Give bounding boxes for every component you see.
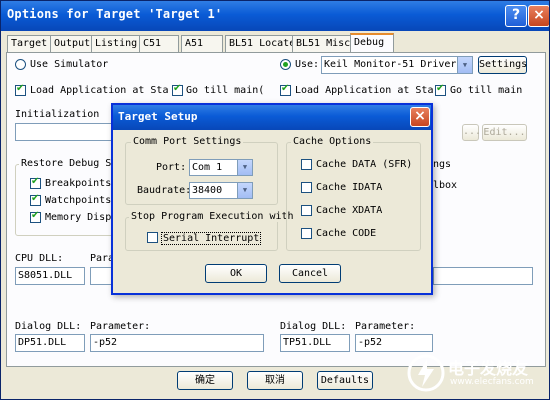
tab-a51[interactable]: A51 <box>181 35 223 52</box>
left-go-main-label: Go till main( <box>186 85 265 96</box>
tab-bl51-locate[interactable]: BL51 Locate <box>225 35 300 52</box>
use-label: Use: <box>295 59 320 70</box>
left-parameter-label: Parameter: <box>90 321 151 332</box>
cache-idata-checkbox[interactable] <box>301 182 312 193</box>
window-title: Options for Target 'Target 1' <box>7 7 223 21</box>
cache-data-label: Cache DATA (SFR) <box>316 159 413 170</box>
right-load-app-label: Load Application at Sta <box>295 85 434 96</box>
breakpoints-label: Breakpoints <box>45 178 112 189</box>
right-restore-title-fragment: ngs <box>433 159 452 170</box>
use-simulator-label: Use Simulator <box>30 59 109 70</box>
cache-options-title: Cache Options <box>291 136 374 147</box>
cache-xdata-checkbox[interactable] <box>301 205 312 216</box>
dialog-ok-button[interactable]: OK <box>205 264 267 283</box>
cpu-dll-field[interactable]: S8051.DLL <box>15 267 85 285</box>
cpu-dll-label: CPU DLL: <box>15 253 64 264</box>
cache-code-label: Cache CODE <box>316 228 377 239</box>
tab-target[interactable]: Target <box>7 35 52 52</box>
left-load-app-checkbox[interactable] <box>15 83 26 96</box>
right-param-field[interactable] <box>433 267 533 285</box>
restore-title: Restore Debug Ses <box>19 158 126 169</box>
right-go-main-checkbox[interactable] <box>435 83 446 96</box>
baudrate-value: 38400 <box>192 185 223 196</box>
chevron-down-icon[interactable]: ▼ <box>237 160 252 175</box>
serial-interrupt-label: Serial Interrupt <box>161 232 262 245</box>
ok-button[interactable]: 确定 <box>177 371 233 390</box>
right-dialog-dll-label: Dialog DLL: <box>280 321 347 332</box>
left-dialog-dll-label: Dialog DLL: <box>15 321 82 332</box>
right-restore-item-fragment: lbox <box>433 180 458 191</box>
cache-data-checkbox[interactable] <box>301 159 312 170</box>
cache-xdata-label: Cache XDATA <box>316 205 383 216</box>
watermark: 电子发烧友 www.elecfans.com <box>406 351 546 395</box>
defaults-button[interactable]: Defaults <box>317 371 373 390</box>
right-parameter-field[interactable]: -p52 <box>355 334 433 352</box>
dialog-title-bar[interactable]: Target Setup × <box>113 105 431 130</box>
driver-value: Keil Monitor-51 Driver <box>324 59 457 70</box>
left-dialog-dll-field[interactable]: DP51.DLL <box>15 334 85 352</box>
baudrate-label: Baudrate: <box>137 185 192 196</box>
cancel-button[interactable]: 取消 <box>247 371 303 390</box>
tab-c51[interactable]: C51 <box>139 35 179 52</box>
close-button[interactable]: × <box>528 5 549 27</box>
cache-code-checkbox[interactable] <box>301 228 312 239</box>
tab-bl51-misc[interactable]: BL51 Misc <box>292 35 355 52</box>
watermark-brand: 电子发烧友 <box>448 359 529 378</box>
chevron-down-icon[interactable]: ▼ <box>457 57 472 73</box>
initialization-label: Initialization <box>15 109 100 120</box>
baudrate-select[interactable]: 38400 ▼ <box>189 182 253 199</box>
port-value: Com 1 <box>192 162 223 173</box>
port-label: Port: <box>156 162 187 173</box>
left-load-app-label: Load Application at Sta <box>30 85 169 96</box>
right-load-app-checkbox[interactable] <box>280 83 291 96</box>
use-simulator-radio[interactable] <box>15 59 26 70</box>
title-bar[interactable]: Options for Target 'Target 1' ? × <box>1 1 549 31</box>
options-window: Options for Target 'Target 1' ? × Target… <box>0 0 550 400</box>
target-setup-dialog: Target Setup × Comm Port Settings Port: … <box>111 103 433 295</box>
comm-port-title: Comm Port Settings <box>131 136 244 147</box>
right-go-main-label: Go till main <box>450 85 523 96</box>
tab-debug[interactable]: Debug <box>350 33 394 53</box>
memory-display-checkbox[interactable] <box>30 210 41 223</box>
left-go-main-checkbox[interactable] <box>172 83 183 96</box>
stop-execution-title: Stop Program Execution with <box>129 211 296 222</box>
serial-interrupt-checkbox[interactable] <box>147 232 158 243</box>
browse-button[interactable]: ... <box>462 124 481 141</box>
right-parameter-label: Parameter: <box>355 321 416 332</box>
driver-select[interactable]: Keil Monitor-51 Driver ▼ <box>321 56 473 74</box>
left-parameter-field[interactable]: -p52 <box>90 334 264 352</box>
edit-button[interactable]: Edit... <box>482 124 527 141</box>
use-driver-radio[interactable] <box>280 59 291 70</box>
tab-listing[interactable]: Listing <box>91 35 142 52</box>
dialog-title: Target Setup <box>118 110 198 123</box>
settings-button[interactable]: Settings <box>478 56 527 74</box>
chevron-down-icon[interactable]: ▼ <box>237 183 252 198</box>
watchpoints-checkbox[interactable] <box>30 193 41 206</box>
cache-idata-label: Cache IDATA <box>316 182 383 193</box>
dialog-cancel-button[interactable]: Cancel <box>279 264 341 283</box>
watermark-url: www.elecfans.com <box>450 377 534 387</box>
right-dialog-dll-field[interactable]: TP51.DLL <box>280 334 350 352</box>
port-select[interactable]: Com 1 ▼ <box>189 159 253 176</box>
help-button[interactable]: ? <box>505 5 527 27</box>
breakpoints-checkbox[interactable] <box>30 176 41 189</box>
dialog-close-button[interactable]: × <box>410 107 430 127</box>
left-init-field[interactable] <box>15 123 115 141</box>
tab-output[interactable]: Output <box>50 35 95 52</box>
memory-display-label: Memory Displ <box>45 212 118 223</box>
elecfans-logo-icon <box>407 354 445 392</box>
